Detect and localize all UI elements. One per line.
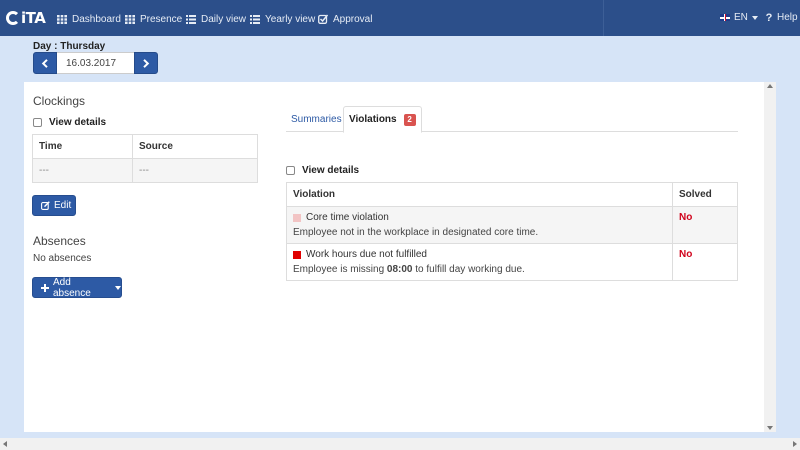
date-navigator: 16.03.2017 <box>33 52 158 74</box>
violation-color-swatch <box>293 213 301 222</box>
previous-day-button[interactable] <box>33 52 57 74</box>
check-square-icon <box>318 14 328 24</box>
nav-daily-view-label: Daily view <box>201 13 247 25</box>
nav-daily-view[interactable]: Daily view <box>186 12 246 26</box>
edit-button[interactable]: Edit <box>32 195 76 216</box>
table-header-row: Time Source <box>32 134 258 159</box>
clockings-title: Clockings <box>33 94 86 108</box>
grid-icon <box>57 14 67 24</box>
violations-count-badge: 2 <box>403 113 416 126</box>
scroll-left-icon[interactable] <box>3 441 7 447</box>
column-time: Time <box>32 134 133 159</box>
column-solved: Solved <box>672 182 738 207</box>
day-label: Day : Thursday <box>33 41 106 52</box>
column-violation: Violation <box>286 182 673 207</box>
scroll-up-icon[interactable] <box>767 84 773 88</box>
nav-approval[interactable]: Approval <box>318 12 372 26</box>
add-absence-label: Add absence <box>53 276 91 299</box>
tab-violations-label: Violations <box>349 114 397 125</box>
question-icon: ? <box>765 11 773 24</box>
vertical-scrollbar[interactable] <box>764 82 776 432</box>
absences-title: Absences <box>33 234 86 248</box>
cell-time: --- <box>32 158 133 183</box>
table-row: Core time violation Employee not in the … <box>286 206 738 244</box>
violation-name: Core time violation <box>306 212 389 223</box>
violation-description: Employee not in the workplace in designa… <box>293 227 539 238</box>
clockings-view-details: View details <box>33 117 106 128</box>
horizontal-scrollbar[interactable] <box>0 438 800 450</box>
nav-presence[interactable]: Presence <box>125 12 182 26</box>
tab-summaries[interactable]: Summaries <box>286 106 342 132</box>
nav-yearly-view-label: Yearly view <box>265 13 316 25</box>
help-link[interactable]: ? Help <box>764 11 798 24</box>
nav-divider <box>603 0 604 36</box>
solved-status: No <box>679 212 693 223</box>
tab-bar: Summaries Violations 2 <box>286 106 738 133</box>
column-source: Source <box>132 134 258 159</box>
table-row: --- --- <box>32 158 258 183</box>
violation-color-swatch <box>293 250 301 259</box>
next-day-button[interactable] <box>134 52 158 74</box>
cell-source: --- <box>132 158 258 183</box>
scroll-right-icon[interactable] <box>793 441 797 447</box>
add-absence-button[interactable]: Add absence <box>32 276 122 299</box>
language-selector[interactable]: EN <box>720 12 758 23</box>
nav-approval-label: Approval <box>333 13 373 25</box>
chevron-right-icon <box>143 58 150 68</box>
table-header-row: Violation Solved <box>286 182 738 207</box>
uk-flag-icon <box>720 14 730 21</box>
view-details-label: View details <box>49 117 107 128</box>
brand-logo[interactable]: iTA <box>6 9 46 27</box>
chevron-left-icon <box>41 58 48 68</box>
tab-violations[interactable]: Violations 2 <box>343 106 422 133</box>
plus-icon <box>41 283 49 292</box>
nav-yearly-view[interactable]: Yearly view <box>250 12 315 26</box>
scroll-down-icon[interactable] <box>767 426 773 430</box>
solved-status: No <box>679 249 693 260</box>
chevron-down-icon <box>751 15 758 20</box>
view-details-label: View details <box>302 165 360 176</box>
date-input[interactable]: 16.03.2017 <box>57 52 134 74</box>
view-details-checkbox[interactable] <box>33 118 42 127</box>
violation-description: Employee is missing 08:00 to fulfill day… <box>293 264 525 275</box>
violation-cell: Core time violation Employee not in the … <box>286 206 673 244</box>
help-label: Help <box>777 12 798 23</box>
nav-dashboard[interactable]: Dashboard <box>57 12 121 26</box>
solved-cell: No <box>672 206 738 244</box>
list-icon <box>250 14 260 24</box>
violations-table: Violation Solved Core time violation Emp… <box>286 182 738 281</box>
clockings-table: Time Source --- --- <box>32 134 258 183</box>
violations-view-details: View details <box>286 165 359 176</box>
nav-presence-label: Presence <box>140 13 183 25</box>
grid-icon <box>125 14 135 24</box>
nav-dashboard-label: Dashboard <box>72 13 121 25</box>
logo-mark <box>6 11 20 25</box>
chevron-down-icon <box>115 285 121 290</box>
top-navbar: iTA Dashboard Presence Daily view Yearly… <box>0 0 800 36</box>
solved-cell: No <box>672 243 738 281</box>
table-row: Work hours due not fulfilled Employee is… <box>286 243 738 281</box>
edit-label: Edit <box>54 200 72 211</box>
violation-name: Work hours due not fulfilled <box>306 249 427 260</box>
language-label: EN <box>734 12 748 23</box>
view-details-checkbox[interactable] <box>286 166 295 175</box>
list-icon <box>186 14 196 24</box>
no-absences-text: No absences <box>33 253 92 264</box>
brand-name: iTA <box>21 9 46 27</box>
edit-icon <box>41 201 50 210</box>
violation-cell: Work hours due not fulfilled Employee is… <box>286 243 673 281</box>
